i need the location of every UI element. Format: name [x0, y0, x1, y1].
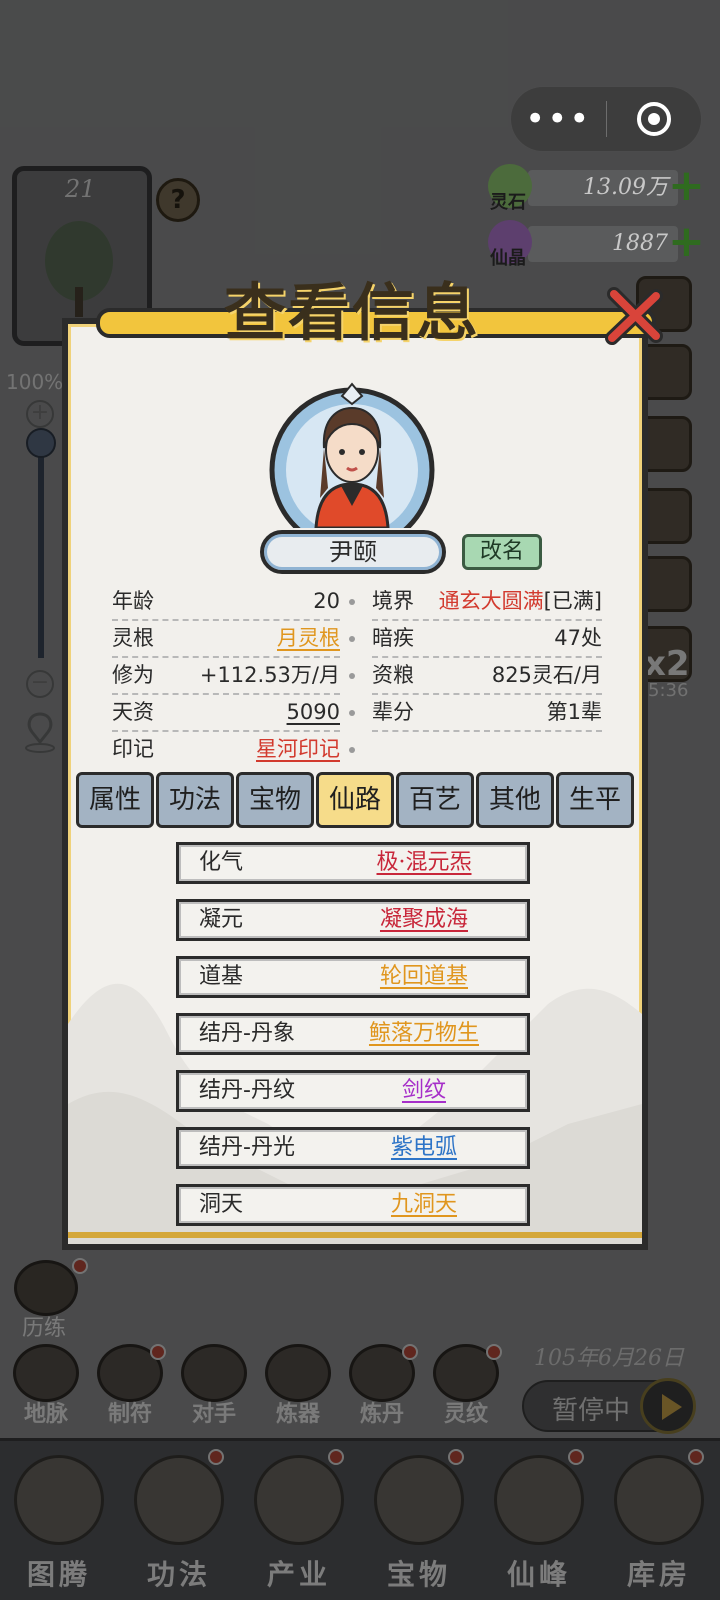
mark-key: 印记 [112, 737, 154, 761]
path-stage: 凝元 [199, 907, 244, 932]
info-row: 境界 通玄大圆满[已满] [372, 583, 602, 621]
hidden-ailment-value: 47处 [554, 626, 602, 650]
tab-other[interactable]: 其他 [476, 772, 554, 828]
rename-button[interactable]: 改名 [462, 534, 542, 570]
info-tabs: 属性 功法 宝物 仙路 百艺 其他 生平 [76, 772, 634, 828]
add-immortal-crystal-button[interactable]: + [668, 220, 705, 264]
path-stage: 结丹-丹光 [199, 1135, 295, 1160]
hidden-ailment-key: 暗疾 [372, 626, 414, 650]
path-stage: 道基 [199, 964, 244, 989]
more-menu-button[interactable]: ••• [511, 94, 606, 144]
close-icon[interactable] [604, 286, 664, 346]
list-item: 洞天 九洞天 [176, 1184, 530, 1226]
info-row: 修为 +112.53万/月 [112, 657, 340, 695]
path-value[interactable]: 凝聚成海 [329, 902, 519, 938]
info-row: 辈分 第1辈 [372, 694, 602, 732]
list-item: 道基 轮回道基 [176, 956, 530, 998]
tab-arts[interactable]: 百艺 [396, 772, 474, 828]
realm-status: [已满] [543, 589, 602, 613]
info-row: 暗疾 47处 [372, 620, 602, 658]
resource-immortal-crystal: 1887 仙晶 + [488, 220, 705, 269]
info-row: 印记 星河印记 [112, 731, 340, 767]
spirit-root-key: 灵根 [112, 626, 154, 650]
supplies-key: 资粮 [372, 663, 414, 687]
age-key: 年龄 [112, 589, 154, 613]
cultivation-key: 修为 [112, 663, 154, 687]
path-value[interactable]: 极·混元炁 [329, 845, 519, 881]
realm-name: 通玄大圆满 [438, 589, 544, 613]
age-value: 20 [313, 589, 340, 613]
talent-key: 天资 [112, 700, 154, 724]
info-row: 年龄 20 [112, 583, 340, 621]
character-name: 尹颐 [260, 530, 446, 574]
character-portrait [269, 382, 435, 528]
tab-attributes[interactable]: 属性 [76, 772, 154, 828]
path-stage: 结丹-丹纹 [199, 1078, 295, 1103]
target-icon [636, 102, 671, 136]
immortal-crystal-label: 仙晶 [490, 248, 526, 269]
divider-dot [349, 673, 355, 679]
spirit-stone-label: 灵石 [490, 192, 526, 213]
supplies-value: 825灵石/月 [491, 663, 602, 687]
path-stage: 洞天 [199, 1192, 244, 1217]
info-row: 灵根 月灵根 [112, 620, 340, 658]
info-row: 天资 5090 [112, 694, 340, 732]
generation-key: 辈分 [372, 700, 414, 724]
tab-biography[interactable]: 生平 [556, 772, 634, 828]
list-item: 结丹-丹象 鲸落万物生 [176, 1013, 530, 1055]
list-item: 结丹-丹纹 剑纹 [176, 1070, 530, 1112]
divider-dot [349, 599, 355, 605]
list-item: 化气 极·混元炁 [176, 842, 530, 884]
mark-value[interactable]: 星河印记 [256, 731, 340, 767]
path-value[interactable]: 九洞天 [329, 1187, 519, 1223]
tab-immortal-path[interactable]: 仙路 [316, 772, 394, 828]
resource-spirit-stone: 13.09万 灵石 + [488, 164, 705, 213]
list-item: 结丹-丹光 紫电弧 [176, 1127, 530, 1169]
realm-key: 境界 [372, 589, 414, 613]
immortal-crystal-value: 1887 [528, 226, 678, 262]
miniprogram-capsule: ••• [510, 86, 702, 152]
divider-dot [349, 636, 355, 642]
realm-value: 通玄大圆满[已满] [439, 583, 602, 619]
add-spirit-stone-button[interactable]: + [668, 164, 705, 208]
divider-dot [349, 747, 355, 753]
info-row: 资粮 825灵石/月 [372, 657, 602, 695]
divider-dot [349, 710, 355, 716]
path-value[interactable]: 鲸落万物生 [329, 1016, 519, 1052]
path-value[interactable]: 剑纹 [329, 1073, 519, 1109]
close-miniprogram-button[interactable] [607, 102, 702, 136]
row-divider [372, 730, 602, 732]
talent-value[interactable]: 5090 [287, 694, 340, 730]
spirit-root-value[interactable]: 月灵根 [277, 620, 340, 656]
path-stage: 结丹-丹象 [199, 1021, 295, 1046]
generation-value: 第1辈 [546, 700, 602, 724]
cultivation-value: +112.53万/月 [199, 663, 340, 687]
path-value[interactable]: 紫电弧 [329, 1130, 519, 1166]
tab-treasures[interactable]: 宝物 [236, 772, 314, 828]
list-item: 凝元 凝聚成海 [176, 899, 530, 941]
path-stage: 化气 [199, 850, 244, 875]
modal-title: 查看信息 [223, 276, 480, 349]
tab-techniques[interactable]: 功法 [156, 772, 234, 828]
spirit-stone-value: 13.09万 [528, 170, 678, 206]
path-value[interactable]: 轮回道基 [329, 959, 519, 995]
